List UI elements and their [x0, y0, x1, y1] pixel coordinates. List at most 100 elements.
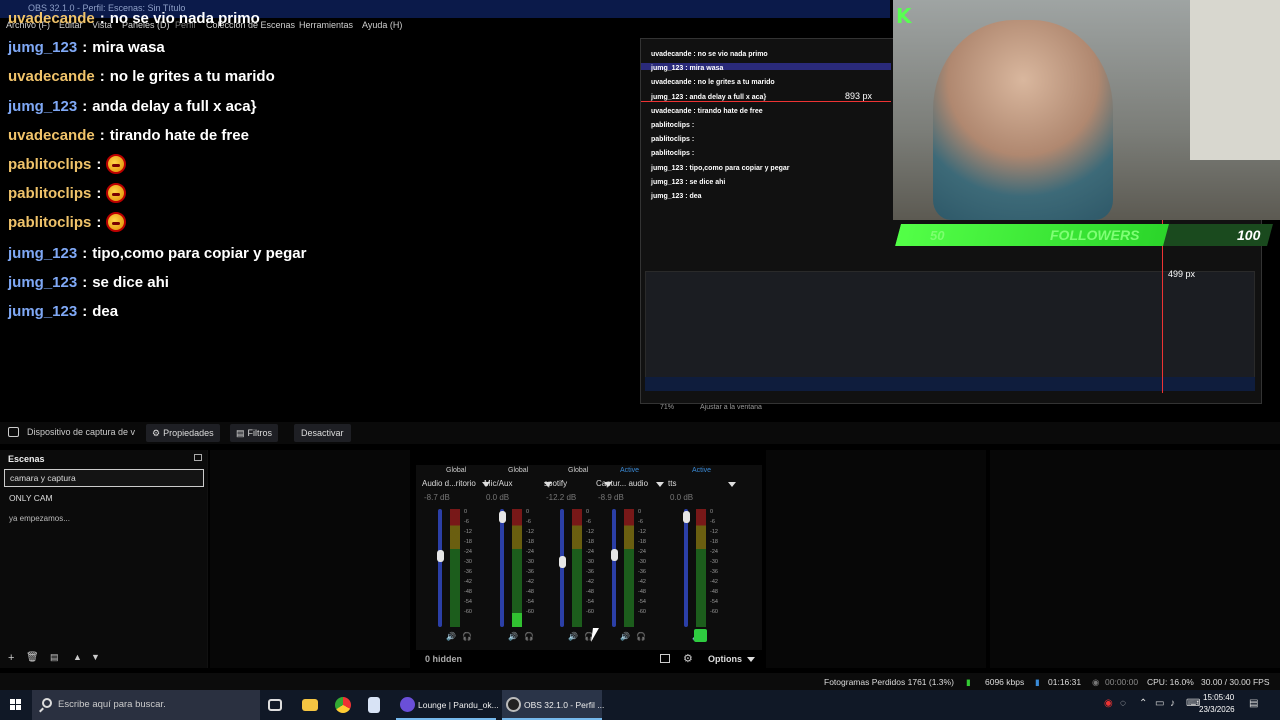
level-meter — [696, 509, 706, 627]
mixer-options-button[interactable]: Options — [708, 654, 742, 664]
volume-fader-knob[interactable] — [610, 549, 618, 562]
headphones-icon[interactable]: 🎧 — [636, 632, 646, 641]
db-scale-tick: -12 — [526, 529, 534, 535]
chat-username: pablitoclips — [8, 155, 92, 173]
db-scale-tick: -36 — [464, 569, 472, 575]
scene-item[interactable]: ONLY CAM — [4, 489, 204, 507]
menu-herramientas[interactable]: Herramientas — [299, 20, 353, 30]
volume-fader-knob[interactable] — [558, 556, 566, 569]
scene-item[interactable]: camara y captura — [4, 469, 204, 487]
taskbar-app-obs-label: OBS 32.1.0 - Perfil ... — [524, 700, 605, 710]
clock-date[interactable]: 23/3/2026 — [1199, 705, 1235, 714]
notepad-icon[interactable] — [368, 697, 380, 713]
db-scale-tick: -48 — [464, 589, 472, 595]
level-meter — [624, 509, 634, 627]
chevron-down-icon[interactable] — [728, 482, 736, 487]
chrome-icon[interactable] — [335, 697, 351, 713]
tray-app-icon[interactable]: ◉ — [1104, 698, 1113, 709]
camera-icon — [8, 427, 19, 437]
hidden-sources-count: 0 hidden — [425, 654, 463, 664]
record-time: 00:00:00 — [1105, 677, 1139, 687]
chat-separator: : — [99, 67, 105, 85]
clock-time[interactable]: 15:05:40 — [1203, 693, 1234, 702]
network-icon[interactable]: ▭ — [1155, 698, 1164, 709]
chat-message: uvadecande: no se vio nada primo — [8, 6, 260, 30]
emote-icon — [106, 212, 127, 232]
db-scale-tick: -30 — [710, 559, 718, 565]
mixer-channel-mode: Active — [620, 467, 640, 474]
mixer-channel-name[interactable]: Captur... audio — [596, 479, 648, 488]
mixer-settings-icon[interactable]: ⚙ — [683, 652, 693, 665]
chat-separator: : — [82, 302, 88, 320]
mixer-channel-name[interactable]: spotify — [544, 479, 567, 488]
menu-ayuda[interactable]: Ayuda (H) — [362, 20, 402, 30]
chat-separator: : — [96, 184, 102, 202]
move-up-icon[interactable]: ▲ — [73, 652, 82, 662]
scene-item[interactable]: ya empezamos... — [4, 509, 204, 527]
db-scale-tick: -48 — [526, 589, 534, 595]
headphones-icon[interactable]: 🎧 — [462, 632, 472, 641]
db-scale-tick: -6 — [586, 519, 591, 525]
volume-icon[interactable]: ♪ — [1170, 698, 1175, 709]
filters-button[interactable]: ▤ Filtros — [230, 424, 279, 442]
speaker-icon[interactable]: 🔊 — [508, 632, 518, 641]
undock-icon[interactable] — [194, 454, 202, 461]
chat-separator: : — [96, 155, 102, 173]
tray-app-icon-2[interactable]: ◌ — [1120, 698, 1126, 709]
chat-username: pablitoclips — [8, 213, 92, 231]
db-scale-tick: -36 — [710, 569, 718, 575]
taskbar-search[interactable]: Escribe aquí para buscar. — [32, 690, 260, 720]
kick-logo: K — [896, 4, 912, 28]
move-down-icon[interactable]: ▼ — [91, 652, 100, 662]
mixer-channel-name[interactable]: tts — [668, 479, 676, 488]
mixer-layout-icon[interactable] — [660, 654, 670, 663]
speaker-icon[interactable]: 🔊 — [568, 632, 578, 641]
taskbar-app-lounge[interactable]: Lounge | Pandu_ok... — [396, 690, 499, 720]
volume-fader-knob[interactable] — [436, 550, 444, 563]
preview-nested-taskbar — [645, 377, 1255, 391]
scene-filters-icon[interactable]: ▤ — [50, 652, 59, 663]
search-icon — [42, 698, 52, 708]
db-scale-tick: -24 — [586, 549, 594, 555]
speaker-icon[interactable]: 🔊 — [446, 632, 456, 641]
mixer-channel-name[interactable]: Mic/Aux — [484, 479, 512, 488]
chevron-up-icon[interactable]: ⌃ — [1139, 698, 1147, 709]
volume-fader[interactable] — [684, 509, 688, 627]
volume-fader[interactable] — [612, 509, 616, 627]
chevron-down-icon[interactable] — [656, 482, 664, 487]
volume-fader-knob[interactable] — [682, 511, 690, 524]
deactivate-button[interactable]: Desactivar — [294, 424, 351, 442]
volume-fader[interactable] — [500, 509, 504, 627]
delete-scene-icon[interactable]: 🗑 — [26, 652, 39, 663]
windows-start-icon[interactable] — [10, 699, 22, 711]
db-scale: 0 -6 -12 -18 -24 -30 -36 -42 -48 -54 -60 — [710, 507, 718, 617]
chat-username: pablitoclips — [8, 184, 92, 202]
volume-fader[interactable] — [438, 509, 442, 627]
db-scale-tick: -30 — [638, 559, 646, 565]
notifications-icon[interactable]: ▤ — [1249, 698, 1258, 709]
task-view-icon[interactable] — [268, 699, 282, 711]
db-scale-tick: -30 — [586, 559, 594, 565]
volume-fader-knob[interactable] — [498, 511, 506, 524]
taskbar-app-obs[interactable]: OBS 32.1.0 - Perfil ... — [502, 690, 605, 720]
mixer-channel-name[interactable]: Audio d...ritorio — [422, 479, 476, 488]
speaker-icon[interactable]: 🔊 — [620, 632, 630, 641]
controls-dock — [990, 450, 1280, 668]
preview-zoom[interactable]: 71% — [660, 404, 674, 411]
file-explorer-icon[interactable] — [302, 699, 318, 711]
add-scene-icon[interactable]: + — [8, 652, 14, 664]
db-scale-tick: 0 — [638, 509, 642, 515]
db-scale-tick: -60 — [586, 609, 594, 615]
filter-icon: ▤ — [236, 427, 245, 438]
mixer-channel-db: -12.2 dB — [546, 493, 577, 502]
properties-button[interactable]: ⚙ Propiedades — [146, 424, 220, 442]
preview-chat-line: pablitoclips : — [651, 150, 695, 158]
preview-fit-dropdown[interactable]: Ajustar a la ventana — [700, 404, 762, 411]
search-placeholder: Escribe aquí para buscar. — [58, 699, 166, 710]
chat-message: uvadecande: no le grites a tu marido — [8, 64, 275, 88]
chat-message: pablitoclips: — [8, 181, 127, 205]
db-scale-tick: -48 — [638, 589, 646, 595]
db-scale-tick: -18 — [526, 539, 534, 545]
headphones-icon[interactable]: 🎧 — [524, 632, 534, 641]
headphones-icon[interactable] — [694, 629, 707, 642]
